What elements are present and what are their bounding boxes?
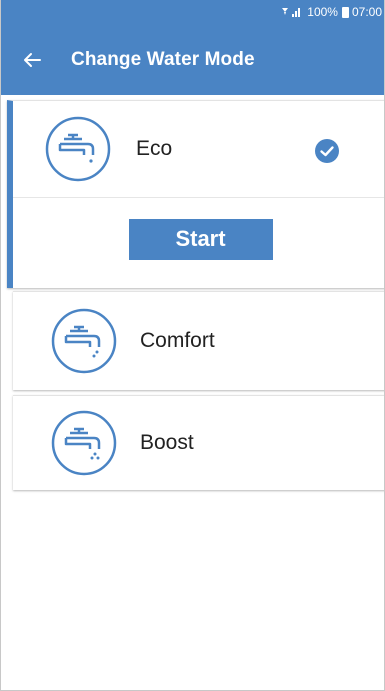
mode-card-comfort: Comfort	[13, 291, 384, 390]
mode-label-boost: Boost	[140, 431, 194, 454]
mode-option-comfort[interactable]: Comfort	[13, 292, 384, 390]
signal-icon	[281, 6, 303, 18]
battery-icon	[341, 6, 349, 18]
back-button[interactable]	[23, 40, 51, 80]
mode-label-comfort: Comfort	[140, 329, 215, 352]
start-area: Start	[13, 198, 384, 284]
clock: 07:00	[351, 5, 382, 19]
tap-boost-icon	[51, 410, 117, 476]
page-title: Change Water Mode	[71, 48, 255, 70]
mode-option-boost[interactable]: Boost	[13, 396, 384, 490]
check-circle-icon	[315, 139, 339, 163]
app-frame: 100% 07:00 Change Water Mode Eco Start C…	[0, 0, 385, 691]
tap-comfort-icon	[51, 308, 117, 374]
battery-percent: 100%	[307, 5, 338, 19]
app-bar: Change Water Mode	[1, 24, 384, 95]
tap-eco-icon	[45, 116, 111, 182]
mode-option-eco[interactable]: Eco	[13, 101, 384, 197]
status-bar: 100% 07:00	[1, 0, 384, 24]
start-button[interactable]: Start	[128, 218, 273, 260]
mode-label-eco: Eco	[136, 137, 173, 160]
mode-list: Eco Start Comfort Boost	[7, 100, 384, 490]
mode-card-boost: Boost	[13, 395, 384, 490]
mode-card-eco: Eco Start	[7, 100, 384, 288]
arrow-left-icon	[24, 52, 41, 67]
